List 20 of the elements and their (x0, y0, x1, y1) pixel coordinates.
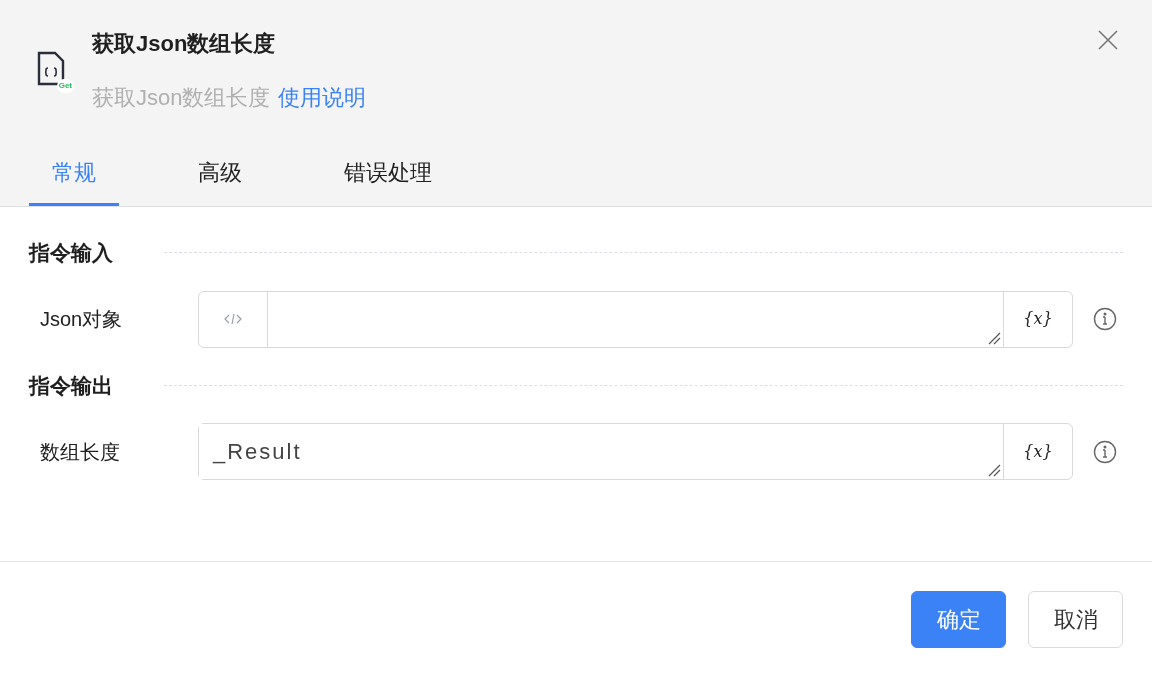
info-icon[interactable] (1093, 307, 1117, 331)
info-icon[interactable] (1093, 439, 1117, 464)
resize-handle-icon (987, 330, 1001, 345)
cancel-button[interactable]: 取消 (1028, 590, 1123, 648)
dialog-title: 获取Json数组长度 (92, 30, 277, 58)
confirm-button[interactable]: 确定 (911, 590, 1006, 648)
variable-button[interactable]: {x} (1003, 424, 1072, 479)
field-label: Json对象 (39, 307, 124, 332)
code-icon (224, 313, 242, 325)
variable-button[interactable]: {x} (1003, 291, 1072, 347)
text-field[interactable]: _Result (199, 424, 1003, 479)
field-label: 数组长度 (39, 439, 121, 465)
tab[interactable]: 高级 (175, 152, 265, 206)
badge: Get (56, 79, 74, 93)
resize-handle-icon (987, 463, 1001, 477)
dialog-subtitle: 获取Json数组长度 (92, 84, 271, 112)
section-title: 指令输出 (29, 372, 114, 399)
tab[interactable]: 错误处理 (321, 152, 455, 206)
close-icon[interactable] (1098, 30, 1118, 50)
section-title: 指令输入 (29, 240, 114, 266)
